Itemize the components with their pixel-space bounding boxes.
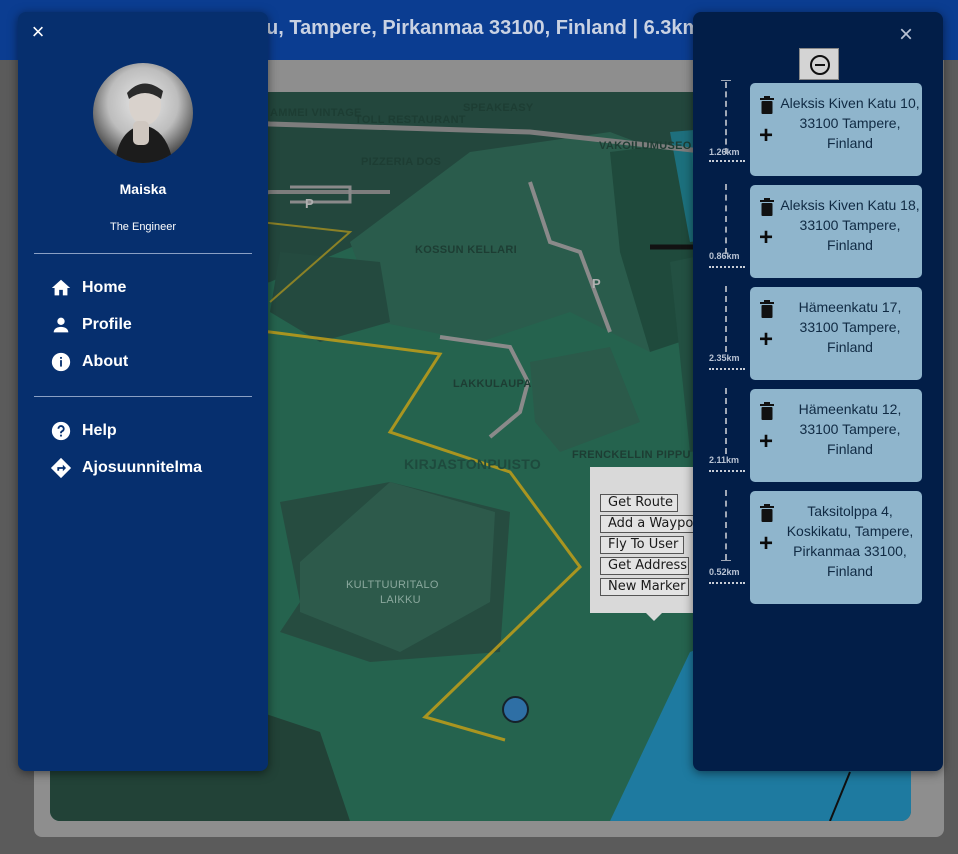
directions-icon — [50, 457, 72, 479]
route-timeline-line — [725, 490, 727, 560]
nav-item-about[interactable]: About — [50, 350, 128, 374]
waypoint-distance: 0.52km — [709, 567, 740, 577]
nav-item-help[interactable]: Help — [50, 419, 117, 443]
timeline-separator — [709, 582, 745, 584]
trash-icon[interactable] — [760, 504, 774, 522]
add-waypoint-icon[interactable]: + — [759, 124, 773, 148]
map-label-frenckell: FRENCKELLIN PIPPU — [572, 449, 691, 461]
trash-icon[interactable] — [760, 96, 774, 114]
route-timeline-line — [725, 82, 727, 154]
map-parking-icon: P — [592, 276, 601, 291]
waypoint-address: Hämeenkatu 12, 33100 Tampere, Finland — [798, 401, 902, 457]
collapse-route-button[interactable] — [799, 48, 839, 80]
waypoint-card[interactable]: + Hämeenkatu 12, 33100 Tampere, Finland — [750, 389, 922, 482]
timeline-separator — [709, 368, 745, 370]
map-building — [270, 252, 390, 342]
minus-circle-icon — [810, 55, 830, 75]
get-route-button[interactable]: Get Route — [600, 494, 678, 512]
home-icon — [51, 279, 71, 296]
nav-item-label: Home — [82, 279, 127, 296]
popup-pointer — [645, 612, 663, 621]
nav-item-home[interactable]: Home — [50, 276, 126, 300]
add-waypoint-icon[interactable]: + — [759, 532, 773, 556]
timeline-separator — [709, 266, 745, 268]
timeline-start-cap — [721, 80, 731, 81]
new-marker-button[interactable]: New Marker — [600, 578, 689, 596]
trash-icon[interactable] — [760, 300, 774, 318]
nav-item-ajosuunnitelma[interactable]: Ajosuunnitelma — [50, 456, 202, 480]
fly-to-user-button[interactable]: Fly To User — [600, 536, 684, 554]
nav-item-label: About — [82, 353, 129, 370]
drawer-divider — [34, 396, 252, 397]
nav-item-label: Ajosuunnitelma — [82, 459, 203, 476]
map-label-kulttuuritalo: KULTTUURITALO — [346, 579, 439, 591]
add-waypoint-icon[interactable]: + — [759, 430, 773, 454]
waypoint-card[interactable]: + Taksitolppa 4, Koskikatu, Tampere, Pir… — [750, 491, 922, 604]
waypoint-distance: 1.26km — [709, 147, 740, 157]
map-label-kirjastonpuisto: KIRJASTONPUISTO — [404, 456, 542, 472]
map-label-laukulaupa: LAKKULAUPA — [453, 378, 532, 390]
route-summary-title: u, Tampere, Pirkanmaa 33100, Finland | 6… — [266, 17, 701, 39]
help-icon — [51, 421, 71, 441]
waypoint-card[interactable]: + Hämeenkatu 17, 33100 Tampere, Finland — [750, 287, 922, 380]
get-address-button[interactable]: Get Address — [600, 557, 689, 575]
add-waypoint-icon[interactable]: + — [759, 226, 773, 250]
waypoint-address: Hämeenkatu 17, 33100 Tampere, Finland — [798, 299, 902, 355]
map-building — [530, 347, 640, 452]
waypoint-distance: 2.35km — [709, 353, 740, 363]
user-role: The Engineer — [109, 221, 177, 233]
person-icon — [53, 317, 69, 333]
route-timeline-line — [725, 388, 727, 454]
avatar — [93, 63, 193, 163]
add-waypoint-button[interactable]: Add a Waypoint — [600, 515, 695, 533]
map-label-pizzeria: PIZZERIA DOS — [361, 156, 442, 168]
user-name: Maiska — [119, 181, 167, 197]
trash-icon[interactable] — [760, 198, 774, 216]
waypoint-distance: 2.11km — [709, 455, 740, 465]
map-label-vintage: AMMEI VINTAGE — [270, 107, 362, 119]
nav-drawer: × Maiska The Engineer Home Profile About… — [18, 12, 268, 771]
nav-item-profile[interactable]: Profile — [50, 313, 132, 337]
avatar-portrait — [115, 83, 173, 163]
info-icon — [51, 352, 71, 372]
timeline-separator — [709, 470, 745, 472]
map-label-speakeasy: SPEAKEASY — [463, 102, 534, 114]
map-label-museo: VAKOILUMUSEO — [599, 140, 692, 152]
timeline-separator — [709, 160, 745, 162]
route-panel: × 1.26km 0.86km 2.35km 2.11km 0.52km + A… — [693, 12, 943, 771]
map-label-laikku: LAIKKU — [380, 594, 421, 606]
close-drawer-button[interactable]: × — [28, 21, 48, 43]
map-label-restaurant: TOLL RESTAURANT — [355, 114, 466, 126]
map-parking-icon: P — [305, 196, 314, 211]
timeline-end-cap — [721, 560, 731, 561]
user-location-marker[interactable] — [502, 696, 529, 723]
add-waypoint-icon[interactable]: + — [759, 328, 773, 352]
waypoint-address: Taksitolppa 4, Koskikatu, Tampere, Pirka… — [786, 503, 914, 579]
waypoint-distance: 0.86km — [709, 251, 740, 261]
nav-item-label: Help — [82, 422, 117, 439]
trash-icon[interactable] — [760, 402, 774, 420]
map-label-pub: KOSSUN KELLARI — [415, 244, 517, 256]
nav-item-label: Profile — [82, 316, 132, 333]
waypoint-address: Aleksis Kiven Katu 18, 33100 Tampere, Fi… — [780, 197, 920, 253]
drawer-divider — [34, 253, 252, 254]
waypoint-address: Aleksis Kiven Katu 10, 33100 Tampere, Fi… — [780, 95, 920, 151]
route-timeline-line — [725, 286, 727, 352]
route-timeline-line — [725, 184, 727, 254]
waypoint-card[interactable]: + Aleksis Kiven Katu 10, 33100 Tampere, … — [750, 83, 922, 176]
waypoint-card[interactable]: + Aleksis Kiven Katu 18, 33100 Tampere, … — [750, 185, 922, 278]
close-route-panel-button[interactable]: × — [895, 23, 917, 47]
